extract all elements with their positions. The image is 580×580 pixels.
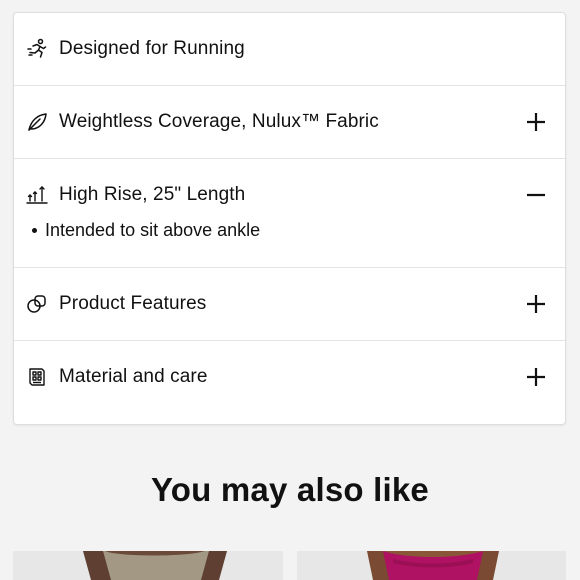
accordion-header: Designed for Running	[14, 13, 565, 85]
product-card-2[interactable]	[297, 551, 566, 580]
expand-plus-icon[interactable]	[525, 111, 547, 133]
expand-plus-icon[interactable]	[525, 293, 547, 315]
product-details-accordion: Designed for Running Weightless Coverage…	[13, 12, 566, 425]
features-icon	[26, 293, 48, 315]
accordion-item-product-features[interactable]: Product Features	[14, 268, 565, 341]
detail-bullet: Intended to sit above ankle	[30, 219, 565, 241]
accordion-item-designed-for-running: Designed for Running	[14, 13, 565, 86]
accordion-item-fabric[interactable]: Weightless Coverage, Nulux™ Fabric	[14, 86, 565, 159]
bullet-dot	[32, 227, 37, 233]
rise-length-icon	[26, 184, 48, 206]
accordion-label: Weightless Coverage, Nulux™ Fabric	[59, 111, 379, 132]
accordion-content: Intended to sit above ankle	[14, 219, 565, 267]
accordion-header[interactable]: Weightless Coverage, Nulux™ Fabric	[14, 86, 565, 158]
accordion-label: Designed for Running	[59, 38, 245, 59]
collapse-minus-icon[interactable]	[525, 184, 547, 206]
product-image	[297, 551, 566, 580]
accordion-item-rise-length[interactable]: High Rise, 25" Length Intended to sit ab…	[14, 159, 565, 268]
recommendations-title: You may also like	[151, 471, 429, 508]
detail-text: Intended to sit above ankle	[45, 220, 261, 240]
product-image	[13, 551, 283, 580]
accordion-label: Product Features	[59, 293, 207, 314]
accordion-label: Material and care	[59, 366, 208, 387]
product-card-1[interactable]	[13, 551, 283, 580]
care-label-icon	[26, 366, 48, 388]
accordion-label: High Rise, 25" Length	[59, 184, 246, 205]
runner-icon	[26, 38, 48, 60]
accordion-item-material-care[interactable]: Material and care	[14, 341, 565, 413]
accordion-header[interactable]: Material and care	[14, 341, 565, 413]
expand-plus-icon[interactable]	[525, 366, 547, 388]
leaf-icon	[26, 111, 48, 133]
accordion-header[interactable]: Product Features	[14, 268, 565, 340]
